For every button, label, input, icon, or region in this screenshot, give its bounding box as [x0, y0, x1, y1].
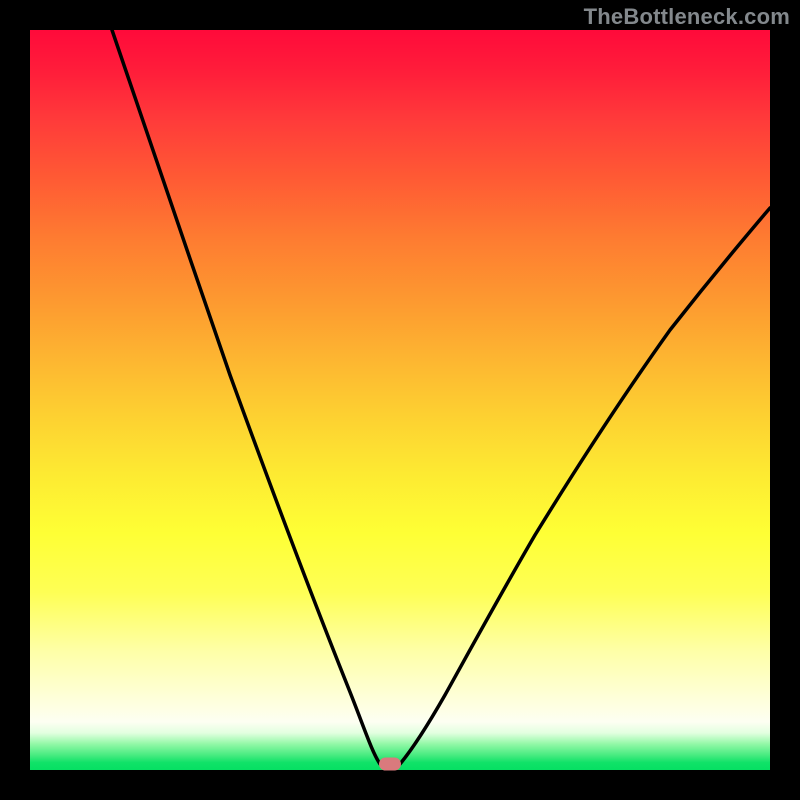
- optimum-marker: [379, 758, 401, 771]
- plot-area: [30, 30, 770, 770]
- curve-svg: [30, 30, 770, 770]
- watermark-text: TheBottleneck.com: [584, 4, 790, 30]
- chart-container: TheBottleneck.com: [0, 0, 800, 800]
- bottleneck-curve: [112, 30, 770, 764]
